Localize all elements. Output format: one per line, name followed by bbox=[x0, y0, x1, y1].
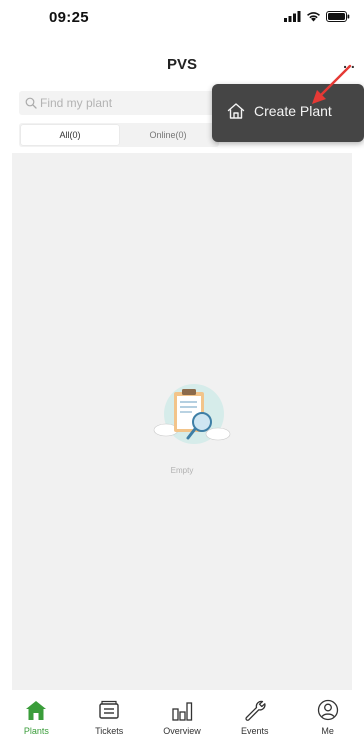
annotation-arrow-icon bbox=[312, 64, 352, 104]
nav-item-me[interactable]: Me bbox=[291, 693, 364, 742]
home-filled-icon bbox=[26, 701, 47, 720]
search-box[interactable] bbox=[19, 91, 219, 115]
nav-item-tickets[interactable]: Tickets bbox=[73, 693, 146, 742]
tab-all[interactable]: All(0) bbox=[21, 125, 119, 145]
status-icons bbox=[284, 11, 350, 22]
empty-state-text: Empty bbox=[170, 466, 194, 475]
nav-item-overview[interactable]: Overview bbox=[146, 693, 219, 742]
home-outline-icon bbox=[227, 103, 245, 119]
search-icon bbox=[25, 97, 37, 109]
user-icon bbox=[317, 699, 338, 721]
status-bar: 09:25 bbox=[0, 0, 364, 38]
nav-label-events: Events bbox=[241, 726, 269, 736]
tab-online[interactable]: Online(0) bbox=[119, 125, 217, 145]
filter-tabs: All(0) Online(0) bbox=[19, 123, 219, 147]
wrench-icon bbox=[245, 700, 266, 721]
signal-icon bbox=[284, 11, 301, 22]
empty-clipboard-illustration bbox=[153, 384, 231, 444]
nav-label-overview: Overview bbox=[163, 726, 201, 736]
search-input[interactable] bbox=[40, 96, 210, 110]
nav-label-tickets: Tickets bbox=[95, 726, 124, 736]
status-time: 09:25 bbox=[49, 9, 89, 26]
bottom-nav: Plants Tickets Overview Events Me bbox=[0, 693, 364, 742]
nav-label-plants: Plants bbox=[23, 726, 49, 736]
bar-chart-icon bbox=[172, 702, 193, 721]
nav-item-plants[interactable]: Plants bbox=[0, 693, 73, 742]
battery-icon bbox=[326, 11, 350, 22]
wifi-icon bbox=[307, 12, 320, 22]
nav-label-me: Me bbox=[321, 726, 334, 736]
nav-item-events[interactable]: Events bbox=[218, 693, 291, 742]
ticket-icon bbox=[99, 700, 119, 719]
